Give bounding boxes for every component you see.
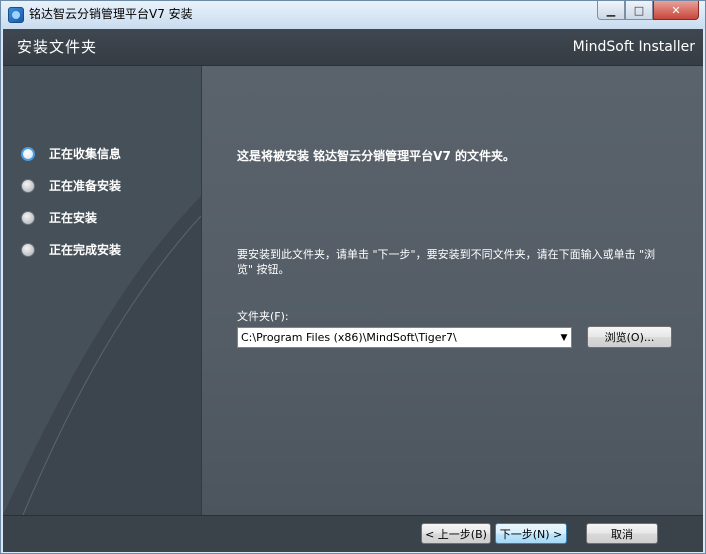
dropdown-arrow-icon[interactable]: ▼ (557, 328, 571, 347)
close-button[interactable]: ✕ (653, 1, 699, 20)
maximize-icon: □ (633, 3, 645, 17)
minimize-button[interactable]: ▁ (597, 1, 625, 20)
step-indicator-icon (21, 211, 35, 225)
step-label: 正在完成安装 (49, 243, 122, 257)
step-label: 正在安装 (49, 211, 98, 225)
folder-label: 文件夹(F): (237, 310, 289, 323)
installer-header: 安装文件夹 MindSoft Installer (3, 29, 703, 66)
button-bar: < 上一步(B) 下一步(N) > 取消 (3, 515, 703, 552)
step-list: 正在收集信息 正在准备安装 正在安装 正在完成安装 (21, 138, 121, 266)
next-button[interactable]: 下一步(N) > (495, 523, 567, 544)
steps-sidebar: 正在收集信息 正在准备安装 正在安装 正在完成安装 (3, 66, 201, 515)
minimize-icon: ▁ (606, 3, 616, 17)
step-item: 正在收集信息 (21, 138, 121, 170)
step-label: 正在准备安装 (49, 179, 122, 193)
step-item: 正在安装 (21, 202, 121, 234)
maximize-button[interactable]: □ (625, 1, 653, 20)
install-folder-heading: 这是将被安装 铭达智云分销管理平台V7 的文件夹。 (237, 149, 515, 163)
folder-path-combobox[interactable]: C:\Program Files (x86)\MindSoft\Tiger7\ … (237, 327, 572, 348)
cancel-button[interactable]: 取消 (586, 523, 658, 544)
step-item: 正在完成安装 (21, 234, 121, 266)
step-label: 正在收集信息 (49, 147, 122, 161)
step-indicator-icon (21, 243, 35, 257)
page-title: 安装文件夹 (17, 38, 98, 56)
installer-window: 铭达智云分销管理平台V7 安装 ▁ □ ✕ 安装文件夹 MindSoft Ins… (0, 0, 706, 554)
install-instructions: 要安装到此文件夹，请单击 "下一步"，要安装到不同文件夹，请在下面输入或单击 "… (237, 248, 656, 276)
close-icon: ✕ (671, 3, 681, 17)
installer-content: 安装文件夹 MindSoft Installer 正在收集信息 正在准备安装 正… (3, 29, 703, 552)
main-panel: 这是将被安装 铭达智云分销管理平台V7 的文件夹。 要安装到此文件夹，请单击 "… (201, 66, 703, 515)
title-bar[interactable]: 铭达智云分销管理平台V7 安装 ▁ □ ✕ (1, 1, 705, 29)
step-indicator-icon (21, 179, 35, 193)
installer-brand: MindSoft Installer (572, 39, 695, 55)
sidebar-curve-decoration (3, 196, 201, 515)
window-controls: ▁ □ ✕ (597, 1, 699, 21)
folder-path-value[interactable]: C:\Program Files (x86)\MindSoft\Tiger7\ (238, 331, 557, 345)
step-item: 正在准备安装 (21, 170, 121, 202)
app-icon (8, 7, 24, 23)
window-title: 铭达智云分销管理平台V7 安装 (29, 7, 193, 21)
back-button[interactable]: < 上一步(B) (421, 523, 491, 544)
browse-button[interactable]: 浏览(O)... (587, 326, 672, 348)
step-indicator-icon (21, 147, 35, 161)
